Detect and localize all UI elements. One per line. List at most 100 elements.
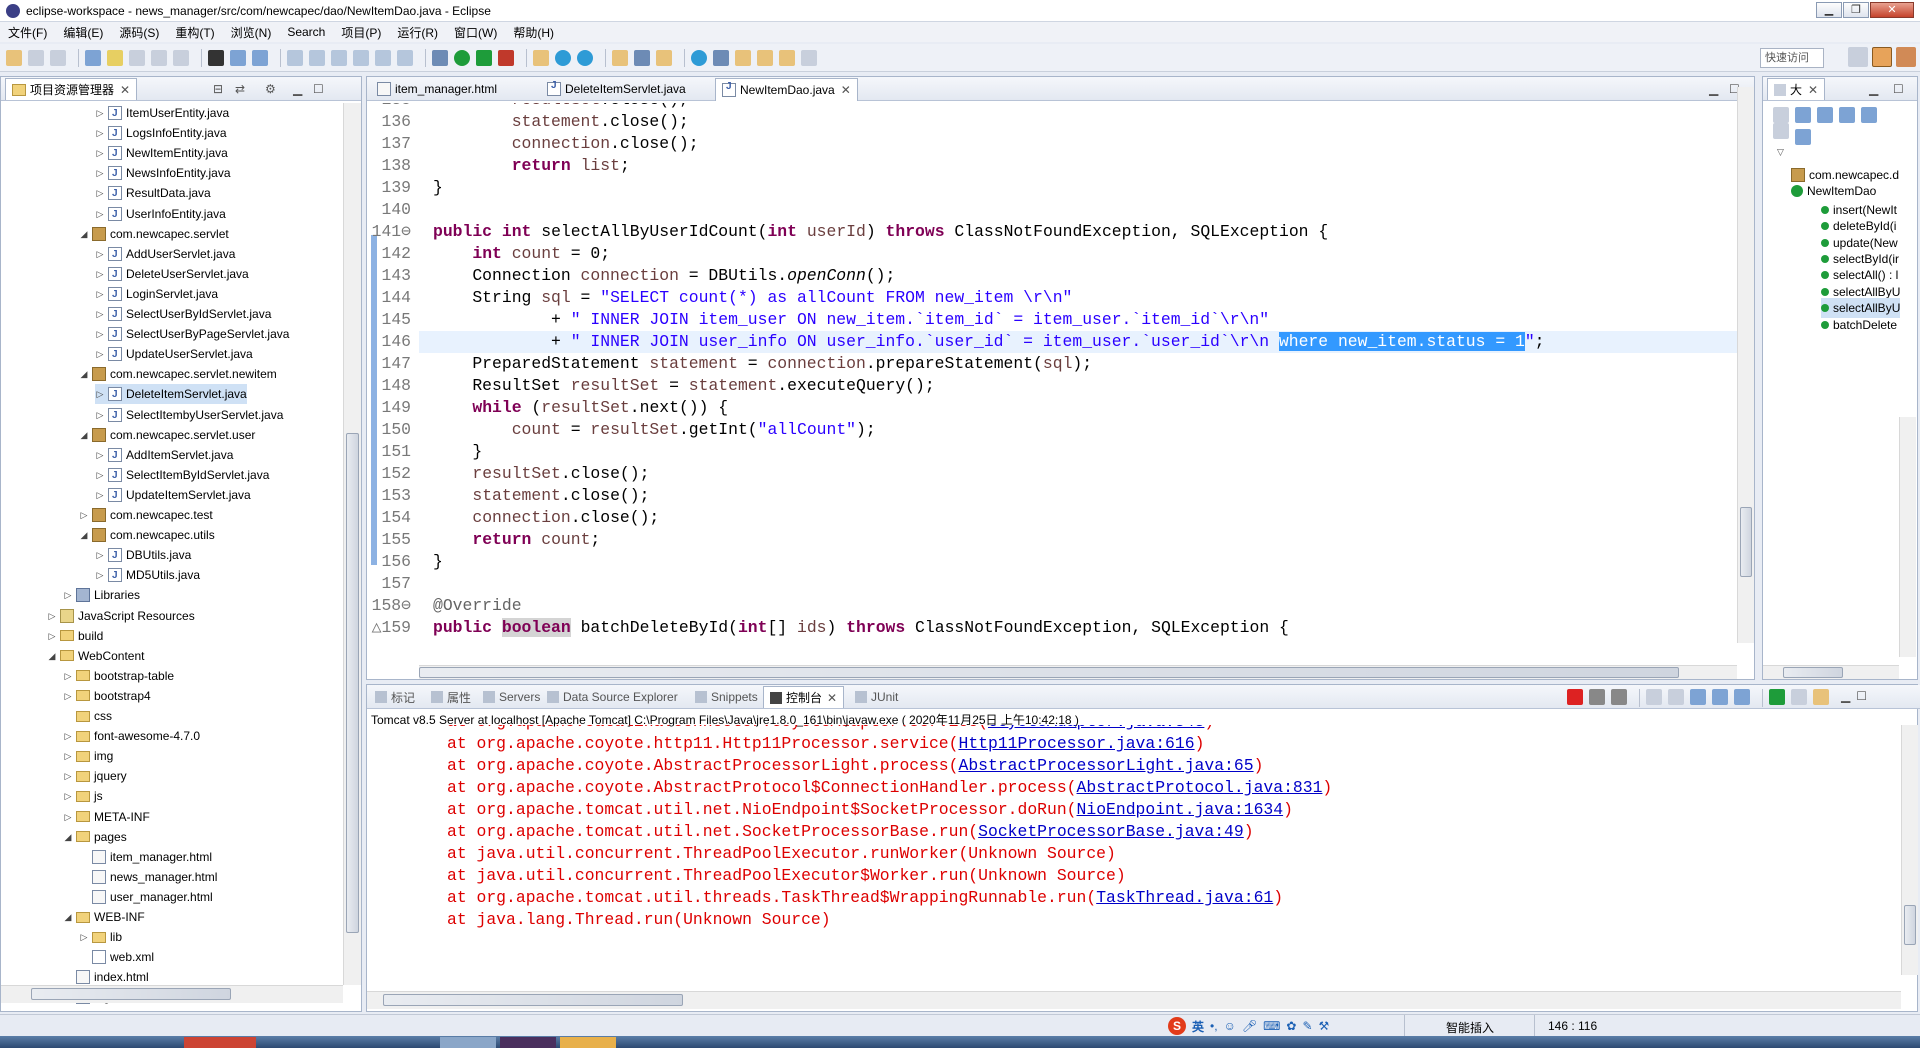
tree-node[interactable]: ▷ com.newcapec.test [79, 505, 213, 525]
scroll-lock-icon[interactable] [1668, 689, 1684, 705]
open-perspective-icon[interactable] [1848, 47, 1868, 67]
outline-horizontal-scrollbar[interactable] [1763, 665, 1899, 679]
console-minimize-icon[interactable]: ▁ [1841, 689, 1850, 707]
collapse-all-icon[interactable]: ⊟ [207, 78, 229, 100]
remove-launch-icon[interactable] [1589, 689, 1605, 705]
tree-node[interactable]: ▷ SelectItembyUserServlet.java [95, 405, 284, 426]
tree-node[interactable]: ▷ js [63, 786, 103, 806]
close-button[interactable]: ✕ [1870, 2, 1914, 18]
tree-node[interactable]: ▷ font-awesome-4.7.0 [63, 726, 201, 746]
view-menu-icon[interactable]: ⚙ [259, 78, 282, 100]
console-view-tab[interactable]: Data Source Explorer [541, 686, 684, 708]
maximize-button[interactable]: ❐ [1843, 2, 1869, 18]
coverage-icon[interactable] [476, 49, 492, 66]
external-tools-icon[interactable] [498, 49, 514, 66]
taskbar-eclipse-icon[interactable] [500, 1037, 556, 1048]
menu-item[interactable]: Search [279, 25, 333, 39]
clear-console-icon[interactable] [1646, 689, 1662, 705]
tree-node[interactable]: ▷ img [63, 746, 114, 766]
explorer-vertical-scrollbar[interactable] [343, 103, 361, 985]
console-view-tab[interactable]: 属性 [425, 686, 477, 708]
menu-item[interactable]: 编辑(E) [55, 24, 111, 41]
editor-tab[interactable]: DeleteItemServlet.java [541, 78, 692, 100]
tree-node[interactable]: ▷ MD5Utils.java [95, 565, 200, 586]
expand-toggle-icon[interactable]: ▷ [47, 606, 57, 626]
expand-toggle-icon[interactable]: ▷ [63, 746, 73, 766]
expand-toggle-icon[interactable]: ▷ [95, 304, 105, 324]
tree-node[interactable]: ◢ WEB-INF [63, 907, 145, 927]
tree-node[interactable]: ▷ NewItemEntity.java [95, 143, 228, 164]
close-icon[interactable]: ✕ [841, 83, 851, 97]
expand-toggle-icon[interactable]: ◢ [79, 425, 89, 445]
display-console-icon[interactable] [1791, 689, 1807, 705]
tree-node[interactable]: css [63, 706, 112, 726]
outline-view-menu-icon[interactable]: ▽ [1777, 147, 1784, 158]
tree-node[interactable]: ▷ bootstrap-table [63, 666, 175, 686]
close-icon[interactable]: ✕ [827, 691, 837, 705]
expand-toggle-icon[interactable]: ▷ [95, 264, 105, 284]
editor-scroll-thumb[interactable] [1740, 507, 1752, 577]
taskbar-chrome-icon[interactable] [184, 1037, 256, 1048]
hide-fields-icon[interactable] [1795, 107, 1811, 123]
expand-toggle-icon[interactable]: ▷ [95, 143, 105, 163]
new-icon[interactable] [6, 49, 22, 66]
console-scroll-thumb[interactable] [1904, 905, 1916, 945]
toolbox-icon[interactable]: ✎ [1302, 1019, 1312, 1033]
console-view-tab[interactable]: JUnit [849, 686, 904, 708]
source-link[interactable]: TaskThread.java:61 [1096, 888, 1273, 907]
tree-node[interactable]: ▷ lib [79, 927, 122, 947]
new-package-icon[interactable] [555, 49, 571, 66]
expand-toggle-icon[interactable]: ▷ [95, 485, 105, 505]
close-icon[interactable]: ✕ [120, 83, 130, 97]
source-link[interactable]: Http11Processor.java:616 [958, 734, 1194, 753]
tree-node[interactable]: ◢ pages [63, 827, 127, 847]
next-annotation-icon[interactable] [735, 49, 751, 66]
code-editor[interactable]: 135 resultSet.close(); 136 statement.clos… [367, 103, 1737, 637]
console-hscroll-thumb[interactable] [383, 994, 683, 1006]
microphone-icon[interactable]: 🎤︎ [1242, 1019, 1257, 1033]
avatar-icon[interactable] [208, 49, 224, 66]
search-icon[interactable] [634, 49, 650, 66]
expand-toggle-icon[interactable]: ▷ [95, 324, 105, 344]
forward-icon[interactable] [801, 49, 817, 66]
sort-icon[interactable] [1773, 107, 1789, 123]
ime-language-label[interactable]: 英 [1192, 1018, 1204, 1035]
expand-toggle-icon[interactable]: ◢ [79, 364, 89, 384]
source-link[interactable]: CoyoteAdapter.java:343 [988, 725, 1204, 731]
console-view-tab[interactable]: 标记 [369, 686, 421, 708]
block-icon[interactable] [151, 49, 167, 66]
show-on-output-icon[interactable] [1712, 689, 1728, 705]
focus-icon[interactable] [1795, 129, 1811, 145]
source-link[interactable]: SocketProcessorBase.java:49 [978, 822, 1244, 841]
editor-minimize-icon[interactable]: ▁ [1703, 78, 1724, 100]
annotation-icon[interactable] [713, 49, 729, 66]
tree-node[interactable]: ▷ DBUtils.java [95, 545, 192, 566]
whitespace-icon[interactable] [173, 49, 189, 66]
expand-toggle-icon[interactable]: ▷ [95, 565, 105, 585]
pin-console-icon[interactable] [1769, 689, 1785, 705]
settings-icon[interactable]: ⚒ [1319, 1019, 1330, 1033]
editor-hscroll-thumb[interactable] [419, 667, 1679, 678]
expand-toggle-icon[interactable]: ▷ [95, 384, 105, 404]
console-view-tab[interactable]: 控制台 ✕ [763, 686, 845, 708]
console-maximize-icon[interactable]: ☐ [1856, 689, 1867, 707]
menu-item[interactable]: 浏览(N) [223, 24, 280, 41]
menu-item[interactable]: 文件(F) [0, 24, 55, 41]
source-link[interactable]: NioEndpoint.java:1634 [1077, 800, 1284, 819]
tree-node[interactable]: item_manager.html [79, 847, 212, 867]
tree-node[interactable]: ▷ UserInfoEntity.java [95, 204, 226, 225]
tree-node[interactable]: ▷ UpdateItemServlet.java [95, 485, 251, 506]
tree-node[interactable]: ▷ jquery [63, 766, 127, 786]
tree-node[interactable]: user_manager.html [79, 887, 213, 907]
view-minimize-icon[interactable]: ▁ [287, 78, 308, 100]
hide-nonpublic-icon[interactable] [1839, 107, 1855, 123]
expand-toggle-icon[interactable]: ◢ [79, 525, 89, 545]
taskbar-app-icon[interactable] [440, 1037, 496, 1048]
explorer-horizontal-scrollbar[interactable] [1, 985, 343, 1003]
expand-toggle-icon[interactable]: ▷ [95, 163, 105, 183]
expand-toggle-icon[interactable]: ▷ [63, 585, 73, 605]
tree-node[interactable]: ▷ AddItemServlet.java [95, 445, 234, 466]
expand-toggle-icon[interactable]: ▷ [95, 103, 105, 123]
skip-breakpoints-icon[interactable] [252, 49, 268, 66]
open-console-icon[interactable] [1813, 689, 1829, 705]
